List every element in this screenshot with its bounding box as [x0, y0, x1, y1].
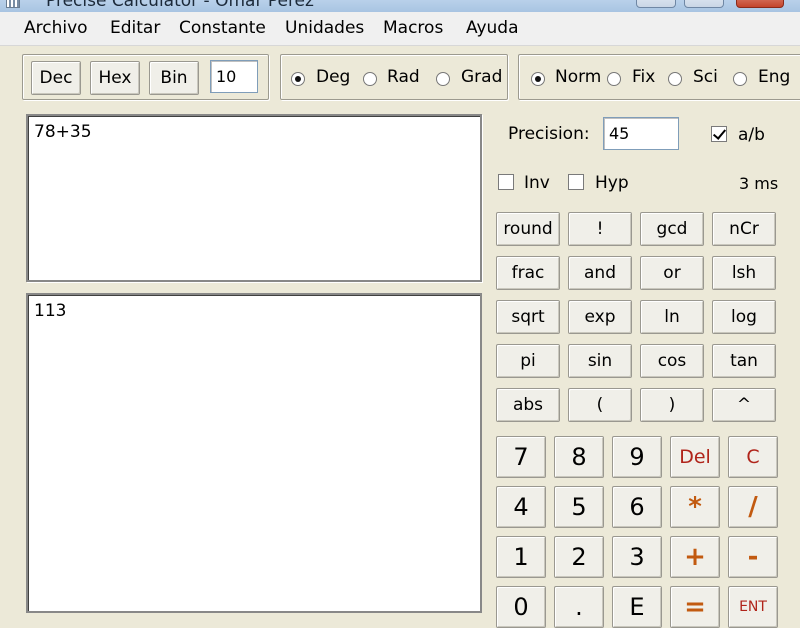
precision-input[interactable]	[603, 117, 679, 150]
fix-label: Fix	[632, 67, 656, 87]
clear-button[interactable]: C	[728, 436, 778, 478]
digit-2-button[interactable]: 2	[554, 536, 604, 578]
tan-button[interactable]: tan	[712, 344, 776, 378]
open-paren-button[interactable]: (	[568, 388, 632, 422]
menu-editar[interactable]: Editar	[110, 18, 160, 38]
digit-5-button[interactable]: 5	[554, 486, 604, 528]
format-group: Norm Fix Sci Eng	[518, 54, 800, 100]
dec-button[interactable]: Dec	[31, 61, 81, 95]
sci-radio[interactable]	[668, 72, 682, 86]
menu-ayuda[interactable]: Ayuda	[466, 18, 519, 38]
result-output[interactable]: 113	[26, 293, 482, 613]
bin-button[interactable]: Bin	[149, 61, 199, 95]
grad-radio[interactable]	[436, 72, 450, 86]
norm-radio[interactable]	[531, 72, 545, 86]
add-button[interactable]: +	[670, 536, 720, 578]
title-bar: Precise Calculator - Omar Perez	[0, 0, 800, 12]
digit-3-button[interactable]: 3	[612, 536, 662, 578]
deg-label: Deg	[316, 67, 351, 87]
multiply-button[interactable]: *	[670, 486, 720, 528]
base-value-input[interactable]	[210, 60, 258, 93]
digit-1-button[interactable]: 1	[496, 536, 546, 578]
decimal-point-button[interactable]: .	[554, 586, 604, 628]
or-button[interactable]: or	[640, 256, 704, 290]
exponent-button[interactable]: E	[612, 586, 662, 628]
digit-7-button[interactable]: 7	[496, 436, 546, 478]
window-title: Precise Calculator - Omar Perez	[46, 0, 314, 11]
power-button[interactable]: ^	[712, 388, 776, 422]
calculator-app-icon	[6, 0, 20, 8]
menu-archivo[interactable]: Archivo	[24, 18, 88, 38]
calc-time-label: 3 ms	[739, 174, 779, 193]
cos-button[interactable]: cos	[640, 344, 704, 378]
base-group: Dec Hex Bin	[22, 54, 269, 100]
digit-8-button[interactable]: 8	[554, 436, 604, 478]
sin-button[interactable]: sin	[568, 344, 632, 378]
eng-label: Eng	[758, 67, 791, 87]
minimize-button[interactable]	[636, 0, 676, 8]
fraction-label: a/b	[738, 125, 765, 145]
and-button[interactable]: and	[568, 256, 632, 290]
close-paren-button[interactable]: )	[640, 388, 704, 422]
rad-radio[interactable]	[363, 72, 377, 86]
divide-button[interactable]: /	[728, 486, 778, 528]
norm-label: Norm	[555, 67, 602, 87]
angle-group: Deg Rad Grad	[280, 54, 508, 100]
ln-button[interactable]: ln	[640, 300, 704, 334]
abs-button[interactable]: abs	[496, 388, 560, 422]
menu-unidades[interactable]: Unidades	[285, 18, 364, 38]
digit-6-button[interactable]: 6	[612, 486, 662, 528]
equals-button[interactable]: =	[670, 586, 720, 628]
frac-button[interactable]: frac	[496, 256, 560, 290]
hyp-label: Hyp	[595, 173, 629, 193]
inv-label: Inv	[524, 173, 550, 193]
subtract-button[interactable]: -	[728, 536, 778, 578]
gcd-button[interactable]: gcd	[640, 212, 704, 246]
menu-bar: Archivo Editar Constante Unidades Macros…	[0, 12, 800, 46]
hex-button[interactable]: Hex	[90, 61, 140, 95]
ncr-button[interactable]: nCr	[712, 212, 776, 246]
maximize-button[interactable]	[684, 0, 724, 8]
menu-constante[interactable]: Constante	[179, 18, 266, 38]
fraction-checkbox[interactable]	[711, 126, 727, 142]
enter-button[interactable]: ENT	[728, 586, 778, 628]
digit-0-button[interactable]: 0	[496, 586, 546, 628]
inv-checkbox[interactable]	[498, 174, 514, 190]
rad-label: Rad	[387, 67, 420, 87]
expression-input[interactable]: 78+35	[26, 114, 482, 282]
delete-button[interactable]: Del	[670, 436, 720, 478]
factorial-button[interactable]: !	[568, 212, 632, 246]
close-button[interactable]	[736, 0, 784, 8]
fix-radio[interactable]	[607, 72, 621, 86]
sqrt-button[interactable]: sqrt	[496, 300, 560, 334]
precision-label: Precision:	[508, 124, 590, 144]
grad-label: Grad	[461, 67, 503, 87]
digit-9-button[interactable]: 9	[612, 436, 662, 478]
pi-button[interactable]: pi	[496, 344, 560, 378]
hyp-checkbox[interactable]	[568, 174, 584, 190]
eng-radio[interactable]	[733, 72, 747, 86]
digit-4-button[interactable]: 4	[496, 486, 546, 528]
lsh-button[interactable]: lsh	[712, 256, 776, 290]
sci-label: Sci	[693, 67, 718, 87]
log-button[interactable]: log	[712, 300, 776, 334]
round-button[interactable]: round	[496, 212, 560, 246]
menu-macros[interactable]: Macros	[383, 18, 443, 38]
deg-radio[interactable]	[291, 72, 305, 86]
exp-button[interactable]: exp	[568, 300, 632, 334]
